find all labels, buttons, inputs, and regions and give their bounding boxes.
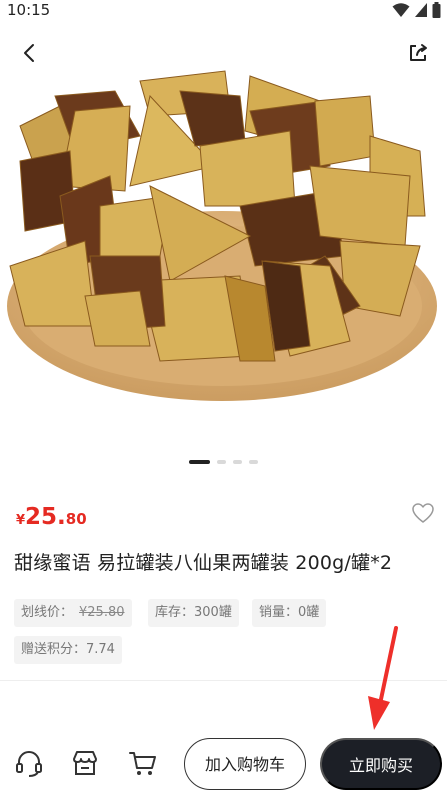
wifi-icon	[392, 3, 410, 17]
status-bar: 10:15	[0, 0, 447, 24]
stock-tag: 库存：300罐	[148, 599, 239, 627]
gallery-pagination	[0, 460, 447, 468]
status-icons	[392, 2, 441, 18]
status-time: 10:15	[7, 1, 51, 19]
cart-button[interactable]	[128, 748, 158, 778]
list-price-tag: 划线价： ¥25.80	[14, 599, 132, 627]
annotation-arrow-icon	[368, 626, 398, 730]
gallery-dot-1[interactable]	[189, 460, 210, 464]
price-currency: ¥	[16, 513, 26, 528]
store-button[interactable]	[70, 748, 100, 778]
list-price-value: ¥25.80	[79, 605, 125, 620]
gallery-dot-2[interactable]	[217, 460, 226, 464]
customer-service-button[interactable]	[14, 748, 44, 778]
buy-now-button[interactable]: 立即购买	[320, 738, 442, 790]
signal-icon	[415, 3, 427, 17]
sales-tag: 销量：0罐	[252, 599, 327, 627]
price-integer: 25.	[25, 504, 66, 530]
heart-icon	[412, 503, 434, 523]
product-title: 甜缘蜜语 易拉罐装八仙果两罐装 200g/罐*2	[14, 552, 393, 574]
price-decimal: 80	[65, 510, 87, 528]
list-price-label: 划线价：	[21, 605, 74, 620]
store-icon	[73, 751, 97, 775]
customer-service-icon	[16, 751, 42, 777]
favorite-button[interactable]	[411, 502, 435, 524]
cart-icon	[129, 752, 156, 775]
add-to-cart-button[interactable]: 加入购物车	[184, 738, 306, 790]
gallery-dot-3[interactable]	[233, 460, 242, 464]
product-image[interactable]	[0, 56, 447, 446]
product-price: ¥25.80	[16, 504, 87, 530]
gallery-dot-4[interactable]	[249, 460, 258, 464]
battery-icon	[432, 2, 441, 18]
points-tag: 赠送积分：7.74	[14, 636, 122, 664]
